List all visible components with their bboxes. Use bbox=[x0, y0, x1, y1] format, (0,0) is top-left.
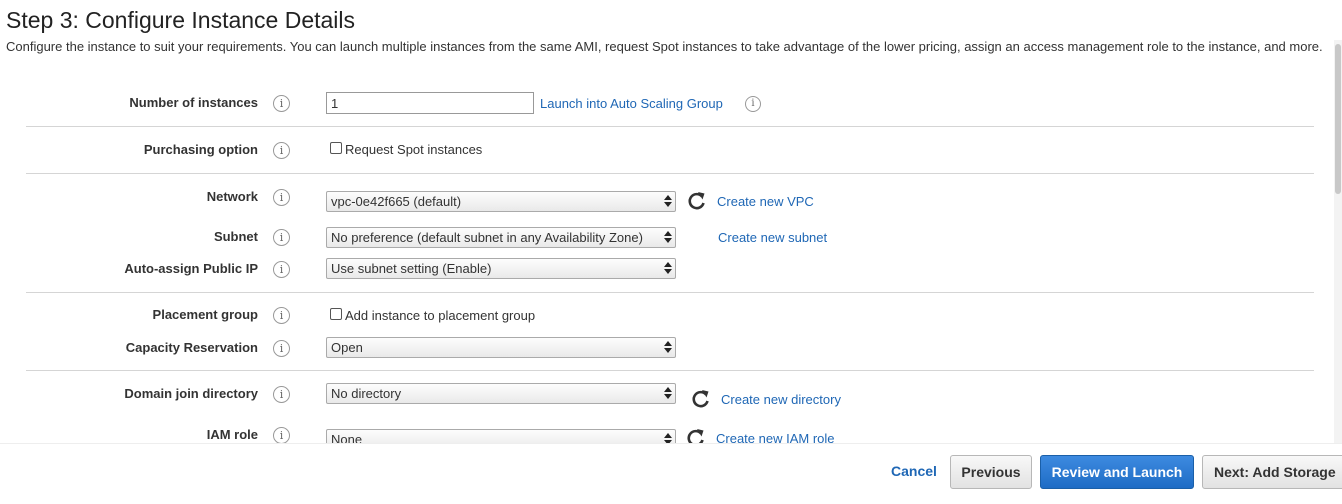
next-add-storage-button[interactable]: Next: Add Storage bbox=[1202, 455, 1342, 489]
info-icon[interactable]: i bbox=[273, 386, 290, 403]
instance-details-panel: Step 3: Configure Instance Details Confi… bbox=[0, 0, 1342, 443]
create-directory-link[interactable]: Create new directory bbox=[721, 392, 841, 407]
network-label: Network bbox=[206, 189, 258, 204]
launch-asg-link[interactable]: Launch into Auto Scaling Group bbox=[540, 96, 723, 111]
info-icon[interactable]: i bbox=[273, 142, 290, 159]
info-icon[interactable]: i bbox=[273, 340, 290, 357]
select-arrow-icon bbox=[664, 230, 672, 245]
iam-select[interactable]: None bbox=[326, 429, 676, 443]
previous-button[interactable]: Previous bbox=[950, 455, 1032, 489]
spot-instances-label[interactable]: Request Spot instances bbox=[345, 142, 482, 157]
public-ip-value: Use subnet setting (Enable) bbox=[331, 261, 492, 276]
refresh-icon[interactable] bbox=[691, 389, 711, 409]
public-ip-label: Auto-assign Public IP bbox=[124, 261, 258, 276]
select-arrow-icon bbox=[664, 386, 672, 401]
placement-group-label[interactable]: Add instance to placement group bbox=[345, 308, 535, 323]
placement-group-checkbox[interactable] bbox=[330, 308, 342, 320]
info-icon[interactable]: i bbox=[273, 427, 290, 443]
create-iam-role-link[interactable]: Create new IAM role bbox=[716, 431, 835, 443]
domain-value: No directory bbox=[331, 386, 402, 401]
instances-input[interactable] bbox=[326, 92, 534, 114]
divider bbox=[26, 292, 1314, 293]
scrollbar-thumb[interactable] bbox=[1335, 44, 1341, 194]
placement-label: Placement group bbox=[152, 307, 258, 322]
public-ip-select[interactable]: Use subnet setting (Enable) bbox=[326, 258, 676, 279]
info-icon[interactable]: i bbox=[273, 229, 290, 246]
info-icon[interactable]: i bbox=[273, 189, 290, 206]
create-vpc-link[interactable]: Create new VPC bbox=[717, 194, 814, 209]
create-subnet-link[interactable]: Create new subnet bbox=[718, 230, 827, 245]
select-arrow-icon bbox=[664, 261, 672, 276]
capacity-value: Open bbox=[331, 340, 363, 355]
info-icon[interactable]: i bbox=[745, 96, 761, 112]
wizard-footer: Cancel Previous Review and Launch Next: … bbox=[0, 443, 1342, 504]
network-select[interactable]: vpc-0e42f665 (default) bbox=[326, 191, 676, 212]
subnet-select[interactable]: No preference (default subnet in any Ava… bbox=[326, 227, 676, 248]
select-arrow-icon bbox=[664, 432, 672, 443]
cancel-button[interactable]: Cancel bbox=[884, 455, 944, 489]
info-icon[interactable]: i bbox=[273, 307, 290, 324]
page-title: Step 3: Configure Instance Details bbox=[6, 7, 356, 33]
divider bbox=[26, 126, 1314, 127]
iam-label: IAM role bbox=[206, 427, 258, 442]
vertical-scrollbar[interactable] bbox=[1334, 40, 1342, 443]
divider bbox=[26, 370, 1314, 371]
purchasing-label: Purchasing option bbox=[143, 142, 258, 157]
instances-label: Number of instances bbox=[129, 95, 258, 110]
info-icon[interactable]: i bbox=[273, 261, 290, 278]
subnet-value: No preference (default subnet in any Ava… bbox=[331, 230, 643, 245]
select-arrow-icon bbox=[664, 194, 672, 209]
select-arrow-icon bbox=[664, 340, 672, 355]
refresh-icon[interactable] bbox=[686, 428, 706, 443]
capacity-select[interactable]: Open bbox=[326, 337, 676, 358]
domain-select[interactable]: No directory bbox=[326, 383, 676, 404]
page-description: Configure the instance to suit your requ… bbox=[6, 39, 1323, 54]
iam-value: None bbox=[331, 432, 363, 443]
network-value: vpc-0e42f665 (default) bbox=[331, 194, 462, 209]
refresh-icon[interactable] bbox=[687, 191, 707, 211]
subnet-label: Subnet bbox=[213, 229, 258, 244]
domain-label: Domain join directory bbox=[124, 386, 258, 401]
review-and-launch-button[interactable]: Review and Launch bbox=[1040, 455, 1194, 489]
divider bbox=[26, 173, 1314, 174]
capacity-label: Capacity Reservation bbox=[125, 340, 258, 355]
info-icon[interactable]: i bbox=[273, 95, 290, 112]
spot-instances-checkbox[interactable] bbox=[330, 142, 342, 154]
